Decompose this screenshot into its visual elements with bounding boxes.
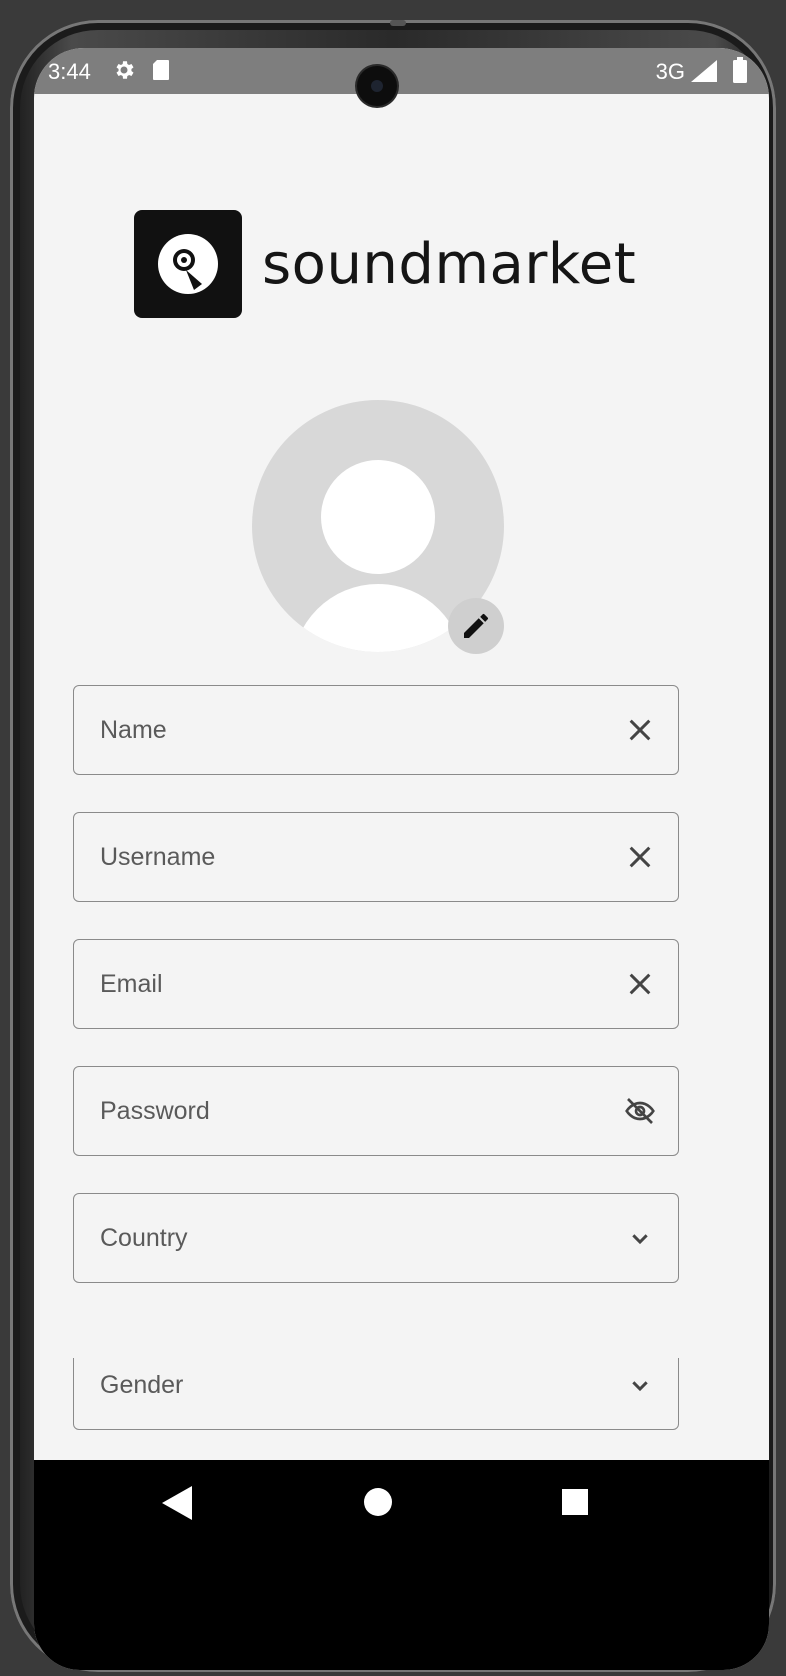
profile-avatar-section	[252, 400, 504, 654]
gender-select[interactable]: Gender	[73, 1358, 679, 1430]
country-select-label: Country	[100, 1224, 188, 1252]
clear-icon[interactable]	[624, 968, 656, 1000]
navigation-bar	[34, 1460, 769, 1670]
email-field[interactable]: Email	[73, 939, 679, 1029]
name-field[interactable]: Name	[73, 685, 679, 775]
pencil-icon	[464, 613, 488, 638]
username-field-label: Username	[100, 843, 216, 871]
sd-card-icon	[153, 60, 169, 80]
clear-icon[interactable]	[624, 841, 656, 873]
username-field[interactable]: Username	[73, 812, 679, 902]
visibility-off-icon[interactable]	[624, 1095, 656, 1127]
email-field-label: Email	[100, 970, 163, 998]
phone-screen: 3:44 3G soundmarket Name Username Email …	[34, 48, 769, 1670]
front-camera	[357, 66, 397, 106]
clear-icon[interactable]	[624, 714, 656, 746]
country-select[interactable]: Country	[73, 1193, 679, 1283]
scroll-clip: Gender	[34, 1358, 769, 1468]
recents-icon[interactable]	[562, 1489, 588, 1515]
password-field[interactable]: Password	[73, 1066, 679, 1156]
app-logo: soundmarket	[134, 210, 636, 326]
back-icon[interactable]	[162, 1486, 192, 1520]
chevron-down-icon	[624, 1222, 656, 1254]
logo-wordmark: soundmarket	[262, 232, 637, 297]
status-time: 3:44	[48, 59, 91, 84]
chevron-down-icon	[624, 1369, 656, 1401]
home-icon[interactable]	[364, 1488, 392, 1516]
avatar-head-shape	[321, 460, 435, 574]
gear-icon	[116, 61, 134, 79]
network-type: 3G	[655, 59, 685, 84]
password-field-label: Password	[100, 1097, 210, 1125]
disc-icon	[134, 210, 242, 318]
gender-select-label: Gender	[100, 1371, 184, 1399]
name-field-label: Name	[100, 716, 167, 744]
phone-speaker	[390, 20, 406, 26]
avatar-body-shape	[292, 584, 464, 652]
battery-icon	[733, 57, 747, 83]
signal-icon	[691, 60, 717, 82]
status-bar: 3:44 3G	[34, 48, 769, 94]
edit-avatar-button[interactable]	[448, 598, 504, 654]
